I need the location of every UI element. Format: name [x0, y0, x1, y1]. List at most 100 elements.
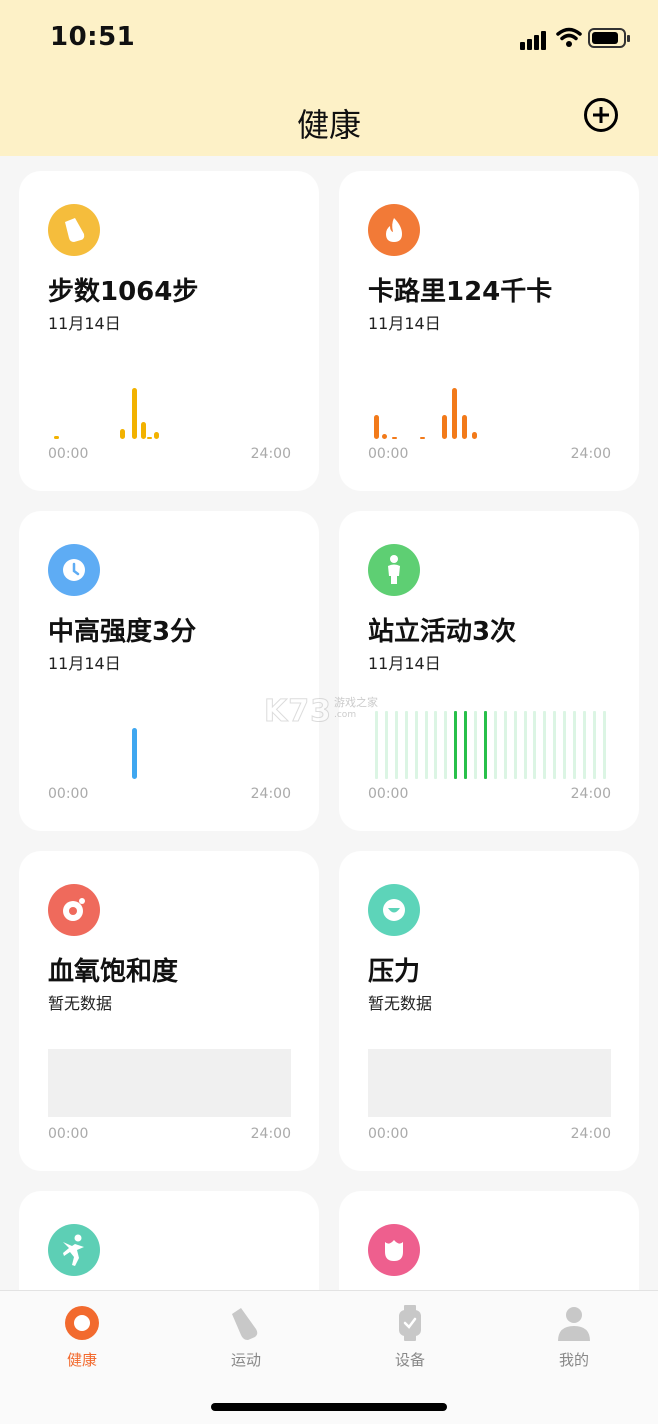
standing-hour-bar — [543, 711, 547, 779]
chart-bar — [382, 434, 387, 439]
stress-empty-chart — [368, 1049, 611, 1117]
steps-title: 步数1064步 — [48, 277, 199, 307]
standing-hour-bar — [573, 711, 576, 779]
standing-hour-bar — [553, 711, 557, 779]
page-title: 健康 — [296, 106, 361, 144]
standing-hour-bar — [444, 711, 448, 779]
standing-hour-bar — [375, 711, 378, 779]
tab-device[interactable]: 设备 — [328, 1291, 492, 1381]
wifi-icon — [556, 27, 582, 47]
cellular-signal-icon — [520, 30, 548, 50]
shoe-icon — [48, 204, 100, 256]
time-start-label: 00:00 — [48, 446, 89, 462]
time-end-label: 24:00 — [250, 446, 291, 462]
time-start-label: 00:00 — [48, 786, 89, 802]
standing-card[interactable]: 站立活动3次 11月14日 00:00 24:00 — [339, 511, 639, 831]
calories-date: 11月14日 — [368, 314, 441, 333]
health-ring-icon — [65, 1306, 99, 1340]
time-start-label: 00:00 — [368, 786, 409, 802]
standing-hour-bar — [582, 711, 586, 779]
standing-person-icon — [368, 544, 420, 596]
chart-bar — [392, 436, 397, 439]
chart-bar — [452, 388, 457, 439]
tab-device-label: 设备 — [394, 1351, 425, 1369]
clock-icon — [48, 544, 100, 596]
standing-hour-bar — [503, 711, 507, 779]
tab-sports[interactable]: 运动 — [164, 1291, 328, 1381]
standing-hour-bar — [602, 711, 606, 779]
spo2-status: 暂无数据 — [48, 994, 113, 1013]
standing-hour-bar — [454, 711, 458, 779]
intensity-chart — [48, 711, 290, 779]
time-start-label: 00:00 — [48, 1126, 89, 1142]
standing-hour-bar — [493, 711, 497, 779]
spo2-card[interactable]: 血氧饱和度 暂无数据 00:00 24:00 — [19, 851, 319, 1171]
person-icon — [558, 1307, 590, 1341]
chart-bar — [141, 422, 146, 439]
chart-bar — [132, 728, 137, 779]
chart-bar — [472, 432, 477, 439]
steps-card[interactable]: 步数1064步 11月14日 00:00 24:00 — [19, 171, 319, 491]
status-time: 10:51 — [50, 22, 136, 52]
standing-hour-bar — [523, 711, 527, 779]
steps-chart — [48, 371, 290, 439]
time-end-label: 24:00 — [570, 1126, 611, 1142]
time-end-label: 24:00 — [570, 446, 611, 462]
tab-health-label: 健康 — [66, 1351, 97, 1369]
standing-hour-bar — [394, 711, 398, 779]
chart-bar — [462, 415, 467, 439]
calories-title: 卡路里124千卡 — [368, 277, 553, 307]
blood-drop-icon — [48, 884, 100, 936]
standing-hour-bar — [384, 711, 388, 779]
time-end-label: 24:00 — [570, 786, 611, 802]
time-start-label: 00:00 — [368, 446, 409, 462]
home-indicator — [211, 1403, 447, 1411]
steps-date: 11月14日 — [48, 314, 121, 333]
runner-icon — [48, 1224, 100, 1276]
flame-icon — [368, 204, 420, 256]
chart-bar — [132, 388, 137, 439]
calories-chart — [368, 371, 610, 439]
add-button[interactable] — [584, 98, 618, 132]
time-end-label: 24:00 — [250, 786, 291, 802]
standing-chart — [368, 711, 610, 779]
time-start-label: 00:00 — [368, 1126, 409, 1142]
chart-bar — [374, 415, 379, 439]
stress-card[interactable]: 压力 暂无数据 00:00 24:00 — [339, 851, 639, 1171]
stress-title: 压力 — [368, 957, 421, 987]
tab-health[interactable]: 健康 — [0, 1291, 164, 1381]
standing-hour-bar — [414, 711, 418, 779]
tab-profile-label: 我的 — [558, 1351, 589, 1369]
status-bar: 10:51 — [0, 0, 658, 80]
intensity-title: 中高强度3分 — [48, 617, 197, 647]
header: 健康 — [0, 80, 658, 156]
standing-hour-bar — [533, 711, 537, 779]
chart-bar — [147, 436, 152, 439]
tab-sports-label: 运动 — [230, 1351, 261, 1369]
spo2-title: 血氧饱和度 — [48, 957, 179, 987]
standing-hour-bar — [563, 711, 567, 779]
battery-icon — [588, 28, 630, 48]
chart-bar — [54, 435, 59, 439]
flower-icon — [368, 1224, 420, 1276]
chart-bar — [120, 428, 125, 439]
chart-bar — [442, 415, 447, 439]
stress-status: 暂无数据 — [368, 994, 433, 1013]
standing-hour-bar — [474, 711, 477, 779]
standing-hour-bar — [434, 711, 438, 779]
chart-bar — [420, 436, 425, 439]
standing-hour-bar — [424, 711, 428, 779]
tab-profile[interactable]: 我的 — [492, 1291, 656, 1381]
calories-card[interactable]: 卡路里124千卡 11月14日 00:00 24:00 — [339, 171, 639, 491]
standing-title: 站立活动3次 — [368, 617, 517, 647]
standing-date: 11月14日 — [368, 654, 441, 673]
spo2-empty-chart — [48, 1049, 291, 1117]
standing-hour-bar — [592, 711, 596, 779]
standing-hour-bar — [464, 711, 468, 779]
shoe-icon — [232, 1308, 258, 1340]
standing-hour-bar — [483, 711, 487, 779]
standing-hour-bar — [513, 711, 517, 779]
intensity-date: 11月14日 — [48, 654, 121, 673]
intensity-card[interactable]: 中高强度3分 11月14日 00:00 24:00 — [19, 511, 319, 831]
chart-bar — [154, 432, 159, 439]
